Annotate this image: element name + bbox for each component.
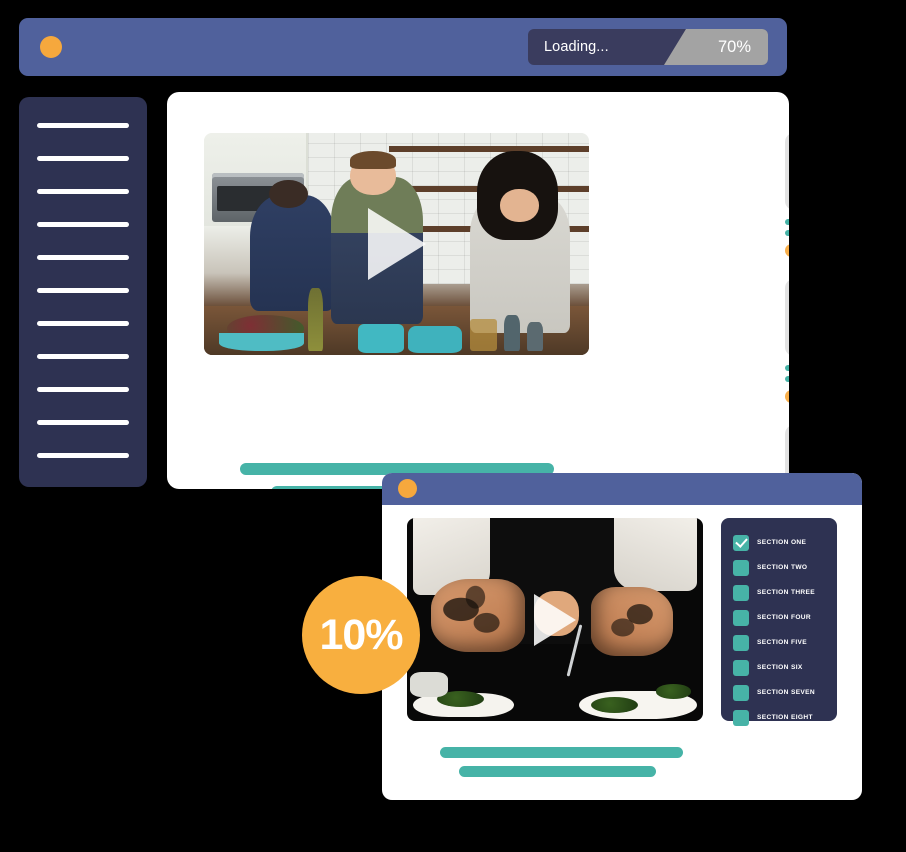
- checkbox-icon[interactable]: [733, 584, 749, 601]
- section-item-7[interactable]: SECTION SEVEN: [721, 680, 837, 705]
- checkbox-icon[interactable]: [733, 709, 749, 726]
- top-window-titlebar: Loading... 70%: [19, 18, 787, 76]
- checkbox-icon[interactable]: [733, 559, 749, 576]
- secondary-video-thumbnail[interactable]: [407, 518, 703, 721]
- section-item-4[interactable]: SECTION FOUR: [721, 605, 837, 630]
- section-item-3[interactable]: SECTION THREE: [721, 580, 837, 605]
- section-item-6[interactable]: SECTION SIX: [721, 655, 837, 680]
- video-thumbnail[interactable]: [785, 133, 789, 210]
- secondary-text-line-1: [440, 747, 683, 758]
- section-item-5[interactable]: SECTION FIVE: [721, 630, 837, 655]
- hero-video-thumbnail[interactable]: [204, 133, 589, 355]
- secondary-window: SECTION ONE SECTION TWO SECTION THREE SE…: [382, 473, 862, 800]
- section-item-1[interactable]: SECTION ONE: [721, 530, 837, 555]
- card-text-line-1: [785, 219, 789, 225]
- section-label: SECTION EIGHT: [757, 714, 813, 721]
- play-triangle-icon[interactable]: [367, 208, 426, 280]
- loading-progress-bar: Loading... 70%: [528, 29, 768, 65]
- section-label: SECTION SIX: [757, 664, 803, 671]
- nav-item-8[interactable]: [37, 354, 129, 359]
- section-checklist: SECTION ONE SECTION TWO SECTION THREE SE…: [721, 518, 837, 726]
- secondary-window-titlebar: [382, 473, 862, 505]
- nav-item-6[interactable]: [37, 288, 129, 293]
- video-thumbnail[interactable]: [785, 279, 789, 356]
- checkbox-icon[interactable]: [733, 684, 749, 701]
- checkbox-icon[interactable]: [733, 609, 749, 626]
- card-start-now-button[interactable]: START NOW: [785, 390, 789, 403]
- window-dot-icon[interactable]: [398, 479, 417, 498]
- card-text-line-2: [785, 376, 789, 382]
- loading-percent-label: 70%: [717, 37, 751, 56]
- nav-item-9[interactable]: [37, 387, 129, 392]
- left-nav-panel: [19, 97, 147, 487]
- nav-item-4[interactable]: [37, 222, 129, 227]
- card-start-now-button[interactable]: START NOW: [785, 244, 789, 257]
- checkbox-icon[interactable]: [733, 634, 749, 651]
- nav-item-11[interactable]: [37, 453, 129, 458]
- screenshot-stage: Loading... 70% SECTION ONE SECTION TWO S…: [0, 0, 906, 852]
- section-label: SECTION FOUR: [757, 614, 812, 621]
- nav-item-3[interactable]: [37, 189, 129, 194]
- video-card-1[interactable]: START NOW: [785, 133, 789, 257]
- loading-label: Loading...: [544, 39, 609, 55]
- card-text-line-2: [785, 230, 789, 236]
- nav-item-10[interactable]: [37, 420, 129, 425]
- section-label: SECTION THREE: [757, 589, 816, 596]
- nav-item-2[interactable]: [37, 156, 129, 161]
- nav-item-1[interactable]: [37, 123, 129, 128]
- section-item-8[interactable]: SECTION EIGHT: [721, 705, 837, 730]
- nav-item-5[interactable]: [37, 255, 129, 260]
- loading-progress-fill: [664, 29, 768, 65]
- section-label: SECTION SEVEN: [757, 689, 816, 696]
- main-content-window: START NOW START NOW START NOW START NO: [167, 92, 789, 489]
- card-text-line-1: [785, 365, 789, 371]
- video-card-2[interactable]: START NOW: [785, 279, 789, 403]
- checkbox-icon[interactable]: [733, 659, 749, 676]
- section-item-2[interactable]: SECTION TWO: [721, 555, 837, 580]
- window-dot-icon[interactable]: [40, 36, 62, 58]
- checkbox-checked-icon[interactable]: [733, 534, 749, 551]
- secondary-text-line-2: [459, 766, 656, 777]
- play-triangle-icon[interactable]: [534, 593, 576, 646]
- section-label: SECTION TWO: [757, 564, 808, 571]
- section-label: SECTION ONE: [757, 539, 807, 546]
- section-label: SECTION FIVE: [757, 639, 807, 646]
- nav-item-7[interactable]: [37, 321, 129, 326]
- progress-percent-badge: 10%: [302, 576, 420, 694]
